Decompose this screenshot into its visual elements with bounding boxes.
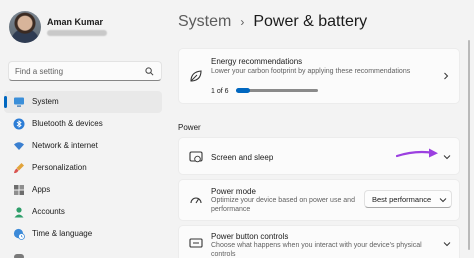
- section-heading-power: Power: [178, 123, 201, 132]
- power-mode-dropdown[interactable]: Best performance: [364, 190, 452, 208]
- avatar[interactable]: [9, 11, 41, 43]
- globe-clock-icon: [13, 228, 25, 240]
- sidebar-item-label: Bluetooth & devices: [32, 119, 103, 128]
- sidebar-item-label: System: [32, 97, 59, 106]
- leaf-icon: [190, 70, 202, 82]
- annotation-arrow-icon: [396, 148, 438, 158]
- scrollbar[interactable]: [468, 40, 470, 250]
- sidebar-item-network[interactable]: Network & internet: [4, 135, 162, 157]
- sidebar-item-partial[interactable]: [4, 245, 162, 258]
- screen-and-sleep-title: Screen and sleep: [211, 153, 274, 162]
- apps-icon: [14, 185, 24, 195]
- sidebar-nav: System Bluetooth & devices Network & int…: [4, 91, 162, 258]
- power-button-icon: [189, 238, 203, 248]
- energy-progress-text: 1 of 6: [211, 88, 229, 95]
- sidebar-item-system[interactable]: System: [4, 91, 162, 113]
- sidebar-item-label: Personalization: [32, 163, 87, 172]
- chevron-down-icon[interactable]: [443, 153, 451, 161]
- controller-icon: [14, 254, 24, 258]
- power-mode-selected: Best performance: [372, 195, 432, 204]
- breadcrumb: System › Power & battery: [178, 13, 367, 31]
- screen-sleep-icon: [189, 151, 203, 163]
- chevron-right-icon[interactable]: [442, 72, 450, 80]
- energy-recommendations-card[interactable]: Energy recommendations Lower your carbon…: [178, 48, 460, 104]
- sidebar-item-apps[interactable]: Apps: [4, 179, 162, 201]
- sidebar-item-accounts[interactable]: Accounts: [4, 201, 162, 223]
- energy-progress-fill: [236, 88, 250, 93]
- sidebar-item-personalization[interactable]: Personalization: [4, 157, 162, 179]
- sidebar-item-label: Network & internet: [32, 141, 98, 150]
- breadcrumb-separator: ›: [240, 15, 245, 29]
- breadcrumb-system[interactable]: System: [178, 13, 231, 31]
- user-name: Aman Kumar: [47, 17, 104, 27]
- monitor-icon: [14, 97, 24, 107]
- power-button-subtitle: Choose what happens when you interact wi…: [211, 242, 422, 258]
- sidebar: Aman Kumar System Bluetooth & devices: [0, 0, 170, 258]
- search-icon[interactable]: [145, 67, 154, 76]
- energy-progress-bar: [236, 88, 318, 93]
- wifi-icon: [14, 142, 24, 150]
- energy-title: Energy recommendations: [211, 57, 303, 66]
- sidebar-item-label: Apps: [32, 185, 51, 194]
- sidebar-item-label: Accounts: [32, 207, 65, 216]
- search-input[interactable]: [15, 65, 135, 78]
- user-email-redacted: [47, 30, 107, 36]
- power-mode-icon: [190, 197, 202, 204]
- chevron-down-icon[interactable]: [443, 240, 451, 248]
- power-button-title: Power button controls: [211, 232, 289, 241]
- chevron-down-icon: [439, 198, 447, 203]
- page-title: Power & battery: [253, 13, 368, 30]
- sidebar-item-time-language[interactable]: Time & language: [4, 223, 162, 245]
- bluetooth-icon: [13, 118, 25, 130]
- sidebar-item-label: Time & language: [32, 229, 93, 238]
- search-box[interactable]: [8, 61, 162, 81]
- sidebar-item-bluetooth[interactable]: Bluetooth & devices: [4, 113, 162, 135]
- power-button-controls-card[interactable]: Power button controls Choose what happen…: [178, 225, 460, 258]
- paintbrush-icon: [14, 163, 24, 174]
- power-mode-title: Power mode: [211, 187, 256, 196]
- person-icon: [14, 207, 24, 218]
- power-mode-subtitle: Optimize your device based on power use …: [211, 197, 355, 213]
- energy-subtitle: Lower your carbon footprint by applying …: [211, 68, 411, 75]
